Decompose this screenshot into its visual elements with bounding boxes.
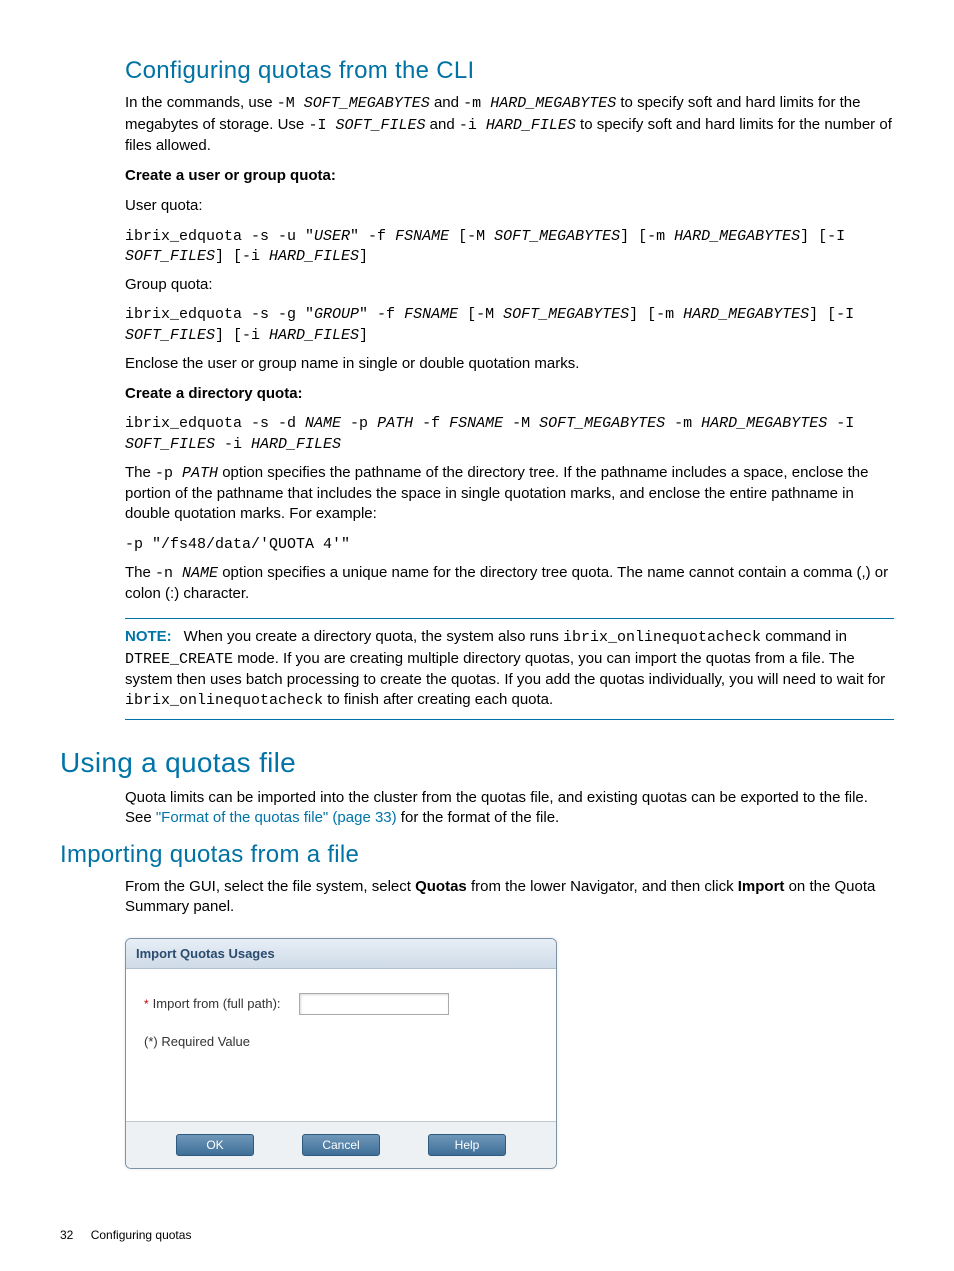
page-footer: 32 Configuring quotas bbox=[60, 1227, 191, 1243]
group-quota-cmd: ibrix_edquota -s -g "GROUP" -f FSNAME [-… bbox=[125, 305, 894, 346]
subheading-user-group: Create a user or group quota: bbox=[125, 166, 894, 186]
importing-para: From the GUI, select the file system, se… bbox=[125, 877, 894, 918]
cancel-button[interactable]: Cancel bbox=[302, 1134, 380, 1156]
import-path-input[interactable] bbox=[299, 993, 449, 1015]
heading-cli: Configuring quotas from the CLI bbox=[125, 55, 894, 87]
dir-quota-cmd: ibrix_edquota -s -d NAME -p PATH -f FSNA… bbox=[125, 414, 894, 455]
required-note: (*) Required Value bbox=[144, 1033, 538, 1051]
heading-quotas-file: Using a quotas file bbox=[60, 744, 894, 782]
dialog-title: Import Quotas Usages bbox=[126, 939, 556, 970]
quote-note: Enclose the user or group name in single… bbox=[125, 354, 894, 374]
ok-button[interactable]: OK bbox=[176, 1134, 254, 1156]
footer-title: Configuring quotas bbox=[91, 1228, 192, 1242]
page-number: 32 bbox=[60, 1228, 73, 1242]
help-button[interactable]: Help bbox=[428, 1134, 506, 1156]
import-path-label: *Import from (full path): bbox=[144, 995, 299, 1013]
format-link[interactable]: "Format of the quotas file" (page 33) bbox=[156, 809, 397, 826]
heading-importing: Importing quotas from a file bbox=[60, 839, 894, 871]
quotas-file-para: Quota limits can be imported into the cl… bbox=[125, 788, 894, 829]
user-quota-label: User quota: bbox=[125, 196, 894, 216]
subheading-dir-quota: Create a directory quota: bbox=[125, 384, 894, 404]
note-box: NOTE:When you create a directory quota, … bbox=[125, 618, 894, 720]
intro-paragraph: In the commands, use -M SOFT_MEGABYTES a… bbox=[125, 93, 894, 156]
import-dialog: Import Quotas Usages *Import from (full … bbox=[125, 938, 557, 1170]
n-option-para: The -n NAME option specifies a unique na… bbox=[125, 563, 894, 605]
required-star-icon: * bbox=[144, 997, 149, 1011]
p-option-para: The -p PATH option specifies the pathnam… bbox=[125, 463, 894, 525]
group-quota-label: Group quota: bbox=[125, 275, 894, 295]
p-example: -p "/fs48/data/'QUOTA 4'" bbox=[125, 535, 894, 555]
note-label: NOTE: bbox=[125, 628, 172, 645]
user-quota-cmd: ibrix_edquota -s -u "USER" -f FSNAME [-M… bbox=[125, 227, 894, 268]
